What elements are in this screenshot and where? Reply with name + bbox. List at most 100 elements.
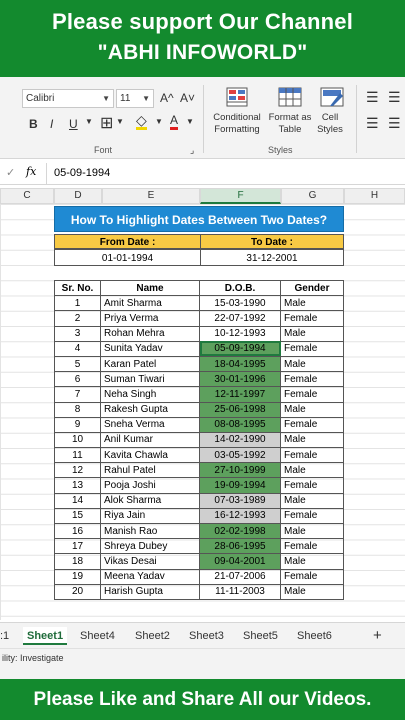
chevron-down-icon[interactable]: ▼ bbox=[186, 117, 194, 126]
cell-dob[interactable]: 15-03-1990 bbox=[199, 295, 281, 312]
sheet-title[interactable]: How To Highlight Dates Between Two Dates… bbox=[54, 206, 344, 232]
cell-name[interactable]: Harish Gupta bbox=[100, 583, 200, 600]
column-header-e[interactable]: E bbox=[102, 188, 200, 204]
sheet-tab-sheet4[interactable]: Sheet4 bbox=[80, 627, 115, 645]
header-name[interactable]: Name bbox=[100, 279, 200, 297]
sheet-tab-sheet1[interactable]: Sheet1 bbox=[23, 627, 68, 645]
cell-sr-no[interactable]: 19 bbox=[54, 568, 101, 585]
cell-gender[interactable]: Male bbox=[280, 462, 344, 479]
cell-dob[interactable]: 22-07-1992 bbox=[199, 310, 281, 327]
column-header-d[interactable]: D bbox=[54, 188, 102, 204]
confirm-check-icon[interactable]: ✓ bbox=[6, 166, 15, 179]
cell-gender[interactable]: Female bbox=[280, 371, 344, 388]
cell-dob[interactable]: 14-02-1990 bbox=[199, 431, 281, 449]
cell-name[interactable]: Alok Sharma bbox=[100, 492, 200, 509]
cell-gender[interactable]: Female bbox=[280, 340, 344, 357]
cell-dob[interactable]: 05-09-1994 bbox=[199, 340, 281, 357]
cell-sr-no[interactable]: 7 bbox=[54, 386, 101, 403]
from-date-label[interactable]: From Date : bbox=[54, 234, 201, 249]
cell-dob[interactable]: 03-05-1992 bbox=[199, 447, 281, 464]
cell-gender[interactable]: Male bbox=[280, 325, 344, 342]
cell-name[interactable]: Priya Verma bbox=[100, 310, 200, 327]
cell-gender[interactable]: Female bbox=[280, 507, 344, 525]
to-date-label[interactable]: To Date : bbox=[200, 234, 344, 249]
cell-sr-no[interactable]: 17 bbox=[54, 538, 101, 555]
cell-name[interactable]: Rakesh Gupta bbox=[100, 401, 200, 418]
cell-dob[interactable]: 12-11-1997 bbox=[199, 386, 281, 403]
header-gender[interactable]: Gender bbox=[280, 279, 344, 297]
cell-dob[interactable]: 07-03-1989 bbox=[199, 492, 281, 509]
cell-gender[interactable]: Female bbox=[280, 568, 344, 585]
cell-dob[interactable]: 28-06-1995 bbox=[199, 538, 281, 555]
sheet-tab-sheet5[interactable]: Sheet5 bbox=[243, 627, 278, 645]
font-name-dropdown[interactable]: Calibri ▼ bbox=[22, 89, 114, 108]
accessibility-status[interactable]: ility: Investigate bbox=[2, 653, 64, 663]
cell-sr-no[interactable]: 4 bbox=[54, 340, 101, 357]
cell-sr-no[interactable]: 5 bbox=[54, 355, 101, 373]
font-size-dropdown[interactable]: 11 ▼ bbox=[116, 89, 154, 108]
bold-button[interactable]: B bbox=[29, 117, 38, 131]
function-icon[interactable]: fx bbox=[26, 165, 36, 178]
cell-dob[interactable]: 30-01-1996 bbox=[199, 371, 281, 388]
chevron-down-icon[interactable]: ▼ bbox=[116, 117, 124, 126]
column-header-g[interactable]: G bbox=[281, 188, 344, 204]
align-top-icon[interactable]: ☰ bbox=[366, 89, 379, 106]
column-header-f[interactable]: F bbox=[200, 188, 281, 204]
cell-name[interactable]: Shreya Dubey bbox=[100, 538, 200, 555]
cell-name[interactable]: Suman Tiwari bbox=[100, 371, 200, 388]
cell-name[interactable]: Kavita Chawla bbox=[100, 447, 200, 464]
cell-dob[interactable]: 16-12-1993 bbox=[199, 507, 281, 525]
align-center-icon[interactable]: ☰ bbox=[388, 115, 401, 132]
cell-sr-no[interactable]: 13 bbox=[54, 477, 101, 494]
cell-sr-no[interactable]: 9 bbox=[54, 416, 101, 433]
cell-gender[interactable]: Male bbox=[280, 492, 344, 509]
cell-sr-no[interactable]: 15 bbox=[54, 507, 101, 525]
sheet-tab-sheet6[interactable]: Sheet6 bbox=[297, 627, 332, 645]
column-header-c[interactable]: C bbox=[0, 188, 54, 204]
cell-gender[interactable]: Female bbox=[280, 538, 344, 555]
cell-name[interactable]: Amit Sharma bbox=[100, 295, 200, 312]
cell-name[interactable]: Vikas Desai bbox=[100, 553, 200, 570]
column-header-h[interactable]: H bbox=[344, 188, 405, 204]
font-color-icon[interactable]: A bbox=[170, 114, 179, 130]
cell-name[interactable]: Sneha Verma bbox=[100, 416, 200, 433]
cell-gender[interactable]: Male bbox=[280, 355, 344, 373]
formula-input[interactable]: 05-09-1994 bbox=[54, 167, 110, 179]
cell-sr-no[interactable]: 11 bbox=[54, 447, 101, 464]
cell-sr-no[interactable]: 18 bbox=[54, 553, 101, 570]
cell-dob[interactable]: 25-06-1998 bbox=[199, 401, 281, 418]
cell-gender[interactable]: Male bbox=[280, 583, 344, 600]
cell-gender[interactable]: Male bbox=[280, 553, 344, 570]
cell-sr-no[interactable]: 1 bbox=[54, 295, 101, 312]
cell-name[interactable]: Neha Singh bbox=[100, 386, 200, 403]
cell-dob[interactable]: 02-02-1998 bbox=[199, 522, 281, 540]
cell-sr-no[interactable]: 3 bbox=[54, 325, 101, 342]
cell-sr-no[interactable]: 16 bbox=[54, 522, 101, 540]
cell-name[interactable]: Sunita Yadav bbox=[100, 340, 200, 357]
cell-dob[interactable]: 18-04-1995 bbox=[199, 355, 281, 373]
sheet-tab-sheet2[interactable]: Sheet2 bbox=[135, 627, 170, 645]
cell-name[interactable]: Pooja Joshi bbox=[100, 477, 200, 494]
cell-dob[interactable]: 08-08-1995 bbox=[199, 416, 281, 433]
to-date-value[interactable]: 31-12-2001 bbox=[200, 249, 344, 266]
cell-gender[interactable]: Male bbox=[280, 401, 344, 418]
header-dob[interactable]: D.O.B. bbox=[199, 279, 281, 297]
grow-font-icon[interactable]: A^ bbox=[160, 91, 174, 105]
cell-gender[interactable]: Female bbox=[280, 310, 344, 327]
cell-name[interactable]: Meena Yadav bbox=[100, 568, 200, 585]
cell-dob[interactable]: 09-04-2001 bbox=[199, 553, 281, 570]
cell-sr-no[interactable]: 12 bbox=[54, 462, 101, 479]
cell-sr-no[interactable]: 20 bbox=[54, 583, 101, 600]
cell-sr-no[interactable]: 8 bbox=[54, 401, 101, 418]
add-sheet-button[interactable]: + bbox=[373, 627, 382, 645]
cell-gender[interactable]: Female bbox=[280, 477, 344, 494]
cell-sr-no[interactable]: 2 bbox=[54, 310, 101, 327]
cell-name[interactable]: Riya Jain bbox=[100, 507, 200, 525]
cell-gender[interactable]: Female bbox=[280, 447, 344, 464]
chevron-down-icon[interactable]: ▼ bbox=[85, 117, 93, 126]
cell-dob[interactable]: 21-07-2006 bbox=[199, 568, 281, 585]
cell-gender[interactable]: Female bbox=[280, 416, 344, 433]
cell-sr-no[interactable]: 14 bbox=[54, 492, 101, 509]
cell-dob[interactable]: 27-10-1999 bbox=[199, 462, 281, 479]
cell-name[interactable]: Rahul Patel bbox=[100, 462, 200, 479]
